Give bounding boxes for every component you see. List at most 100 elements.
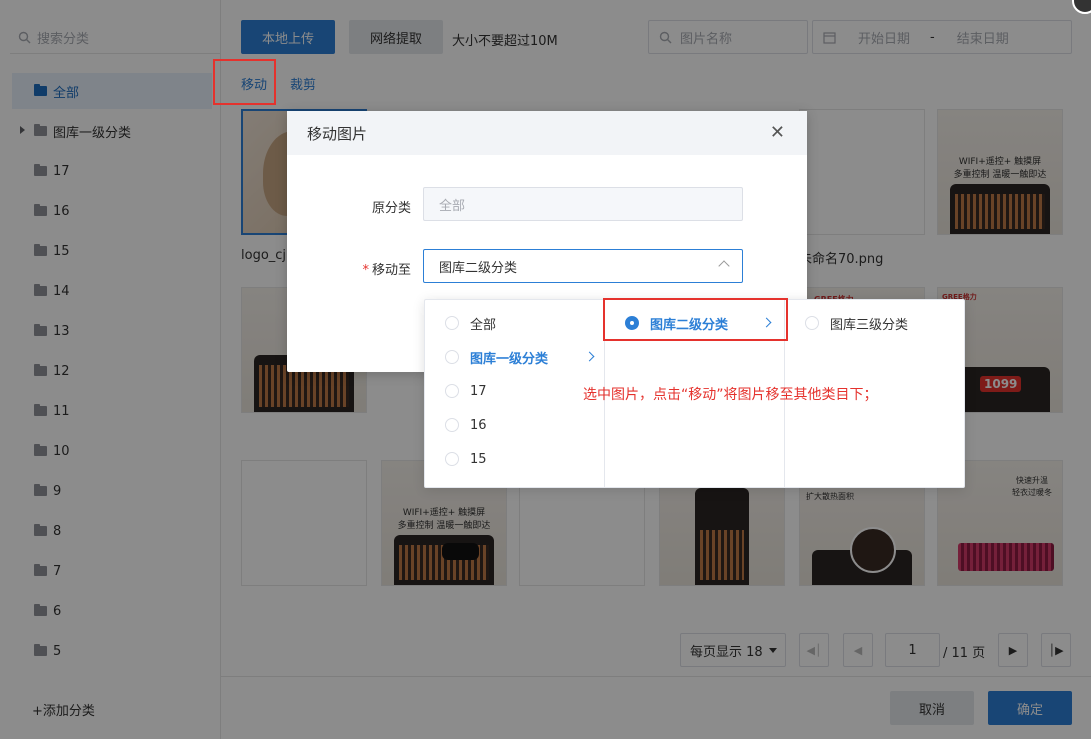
target-label-text: 移动至 <box>371 263 411 278</box>
category-label: 5 <box>53 643 62 659</box>
category-item-level1[interactable]: 图库一级分类 <box>0 111 220 151</box>
heater-grill <box>955 194 1045 230</box>
date-separator: - <box>930 29 935 45</box>
close-icon[interactable]: ✕ <box>770 124 785 142</box>
chevron-right-icon <box>584 351 595 362</box>
heater-dial <box>441 542 479 561</box>
heater-detail-circle <box>850 527 896 573</box>
category-item[interactable]: 11 <box>0 391 220 431</box>
image-caption: WIFI+遥控+ 触摸屏 多重控制 温暖一触即达 <box>382 507 506 533</box>
folder-icon <box>34 124 47 136</box>
start-date-placeholder: 开始日期 <box>858 31 911 47</box>
cascader-option-level1[interactable]: 图库一级分类 <box>445 340 595 374</box>
image-thumbnail[interactable] <box>241 460 367 586</box>
cascader-option[interactable]: 15 <box>445 442 487 476</box>
source-category-field: 全部 <box>423 187 743 221</box>
category-label: 15 <box>53 243 70 259</box>
caption-line: 快速升温 <box>1016 476 1048 485</box>
cascader-option[interactable]: 16 <box>445 408 487 442</box>
cascader-option-all[interactable]: 全部 <box>445 306 496 340</box>
cascader-option-level3[interactable]: 图库三级分类 <box>805 306 908 340</box>
radio-icon[interactable] <box>445 384 459 398</box>
expand-caret-icon[interactable] <box>20 126 25 134</box>
crop-action[interactable]: 裁剪 <box>290 74 316 93</box>
footer-divider <box>221 676 1091 677</box>
category-label: 9 <box>53 483 62 499</box>
option-label: 17 <box>470 383 487 399</box>
category-label: 全部 <box>53 85 80 101</box>
category-label: 11 <box>53 403 70 419</box>
folder-icon <box>34 564 47 576</box>
option-label: 图库一级分类 <box>470 351 549 367</box>
page-number-input[interactable]: 1 <box>885 633 940 667</box>
folder-icon <box>34 204 47 216</box>
category-label: 16 <box>53 203 70 219</box>
cascader-option[interactable]: 17 <box>445 374 487 408</box>
source-category-label: 原分类 <box>371 201 411 216</box>
folder-icon <box>34 524 47 536</box>
image-thumbnail[interactable]: WIFI+遥控+ 触摸屏 多重控制 温暖一触即达 <box>937 109 1063 235</box>
image-name-placeholder: 图片名称 <box>680 31 733 47</box>
target-category-select[interactable]: 图库二级分类 <box>423 249 743 283</box>
radio-icon[interactable] <box>445 418 459 432</box>
dialog-header: 移动图片 ✕ <box>287 111 807 155</box>
category-item[interactable]: 9 <box>0 471 220 511</box>
size-hint: 大小不要超过10M <box>452 34 558 49</box>
option-label: 全部 <box>470 317 497 333</box>
category-item[interactable]: 5 <box>0 631 220 671</box>
category-item[interactable]: 10 <box>0 431 220 471</box>
date-range-picker[interactable]: 开始日期 - 结束日期 <box>812 20 1072 54</box>
page-size-select[interactable]: 每页显示 18 <box>680 633 786 667</box>
annotation-highlight-level2 <box>603 298 788 341</box>
page-size-label: 每页显示 18 <box>690 644 763 660</box>
image-caption: 快速升温 轻衣过暖冬 <box>1012 475 1052 499</box>
category-item[interactable]: 17 <box>0 151 220 191</box>
folder-icon <box>34 604 47 616</box>
folder-icon <box>34 164 47 176</box>
image-filename: logo_cj <box>241 248 287 263</box>
category-label: 14 <box>53 283 70 299</box>
category-item-all[interactable]: 全部 <box>12 73 212 109</box>
category-search-input[interactable]: 搜索分类 <box>10 22 220 54</box>
target-category-value: 图库二级分类 <box>439 260 518 276</box>
heater-grill <box>699 530 745 581</box>
dialog-title: 移动图片 <box>307 124 368 143</box>
category-item[interactable]: 15 <box>0 231 220 271</box>
web-fetch-button[interactable]: 网络提取 <box>349 20 443 54</box>
radio-icon[interactable] <box>445 452 459 466</box>
close-circle-icon[interactable] <box>1072 0 1091 14</box>
image-caption: 扩大散热面积 <box>806 492 854 501</box>
category-item[interactable]: 14 <box>0 271 220 311</box>
next-page-button[interactable]: ▶ <box>998 633 1028 667</box>
chevron-up-icon <box>718 260 730 272</box>
caption-line: 轻衣过暖冬 <box>1012 488 1052 497</box>
category-item[interactable]: 12 <box>0 351 220 391</box>
category-item[interactable]: 7 <box>0 551 220 591</box>
category-item[interactable]: 6 <box>0 591 220 631</box>
first-page-button[interactable]: ◀│ <box>799 633 829 667</box>
radio-icon[interactable] <box>445 316 459 330</box>
category-label: 12 <box>53 363 70 379</box>
folder-icon <box>34 404 47 416</box>
folder-icon <box>34 484 47 496</box>
category-item[interactable]: 8 <box>0 511 220 551</box>
category-label: 17 <box>53 163 70 179</box>
category-label: 6 <box>53 603 62 619</box>
local-upload-button[interactable]: 本地上传 <box>241 20 335 54</box>
caption-line: 多重控制 温暖一触即达 <box>397 521 491 531</box>
last-page-button[interactable]: │▶ <box>1041 633 1071 667</box>
category-item[interactable]: 13 <box>0 311 220 351</box>
prev-page-button[interactable]: ◀ <box>843 633 873 667</box>
image-name-input[interactable]: 图片名称 <box>648 20 808 54</box>
cancel-button[interactable]: 取消 <box>890 691 974 725</box>
category-label: 7 <box>53 563 62 579</box>
folder-icon <box>34 644 47 656</box>
confirm-button[interactable]: 确定 <box>988 691 1072 725</box>
radio-icon[interactable] <box>805 316 819 330</box>
radio-icon[interactable] <box>445 350 459 364</box>
image-thumbnail[interactable] <box>799 109 925 235</box>
folder-icon <box>34 324 47 336</box>
cascader-column-1: 全部 图库一级分类 17 16 15 <box>425 300 605 487</box>
add-category-button[interactable]: +添加分类 <box>32 700 95 719</box>
category-item[interactable]: 16 <box>0 191 220 231</box>
